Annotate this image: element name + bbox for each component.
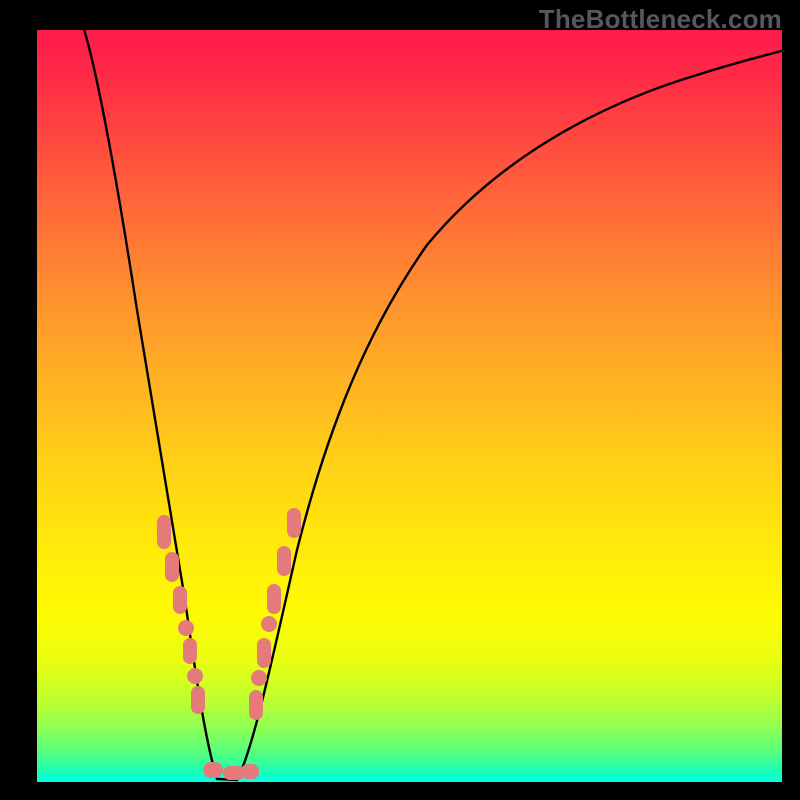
watermark-text: TheBottleneck.com — [539, 4, 782, 35]
marker-cluster-right — [249, 508, 301, 720]
bottleneck-curve — [83, 26, 785, 780]
curve-layer — [37, 30, 782, 782]
marker-cluster-valley — [203, 762, 259, 780]
chart-frame: TheBottleneck.com — [0, 0, 800, 800]
plot-area — [37, 30, 782, 782]
